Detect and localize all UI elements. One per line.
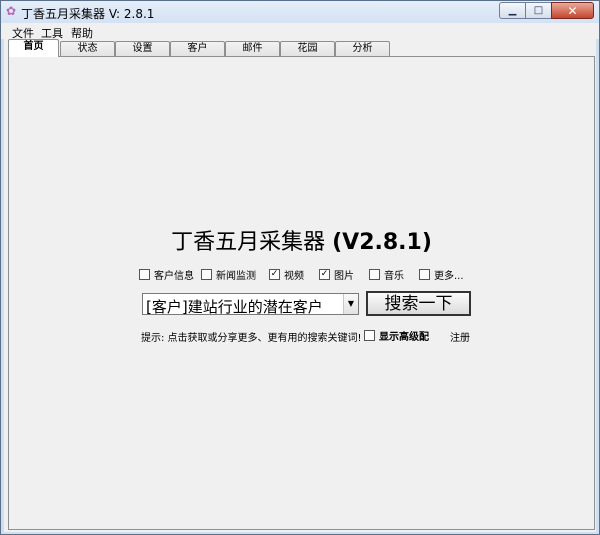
app-flower-icon: ✿ [6,4,17,18]
checkbox[interactable] [201,269,212,280]
option-customer-info[interactable]: 客户信息 [139,267,194,282]
window-controls: ▁ □ ✕ [499,2,594,19]
option-music[interactable]: 音乐 [369,267,404,282]
checkbox-checked[interactable]: ✓ [319,269,330,280]
tab-analysis[interactable]: 分析 [335,41,390,56]
client-area: 首页 状态 设置 客户 邮件 花园 分析 丁香五月采集器 (V2.8.1) 客户… [4,39,596,532]
search-combobox[interactable]: [客户]建站行业的潜在客户 ▼ [142,293,359,317]
checkbox[interactable] [419,269,430,280]
close-button[interactable]: ✕ [551,2,594,19]
window-title: 丁香五月采集器 V: 2.8.1 [21,7,155,21]
tab-garden[interactable]: 花园 [280,41,335,56]
page-title: 丁香五月采集器 (V2.8.1) [9,224,594,256]
minimize-button[interactable]: ▁ [499,2,525,19]
title-bar[interactable]: ✿ 丁香五月采集器 V: 2.8.1 ▁ □ ✕ [1,1,599,23]
menu-bar: 文件 工具 帮助 [1,23,599,40]
version-heading: (V2.8.1) [332,230,432,255]
maximize-button[interactable]: □ [525,2,551,19]
hint-text: 提示: 点击获取或分享更多、更有用的搜索关键词! [141,333,362,344]
option-images[interactable]: ✓ 图片 [319,267,354,282]
option-video[interactable]: ✓ 视频 [269,267,304,282]
checkbox[interactable] [139,269,150,280]
checkbox[interactable] [364,330,375,341]
close-icon: ✕ [567,3,578,18]
app-window: ✿ 丁香五月采集器 V: 2.8.1 ▁ □ ✕ 文件 工具 帮助 首页 状态 … [0,0,600,535]
advanced-config-toggle[interactable]: 显示高级配 [364,328,429,343]
maximize-icon: □ [533,5,544,16]
tab-status[interactable]: 状态 [60,41,115,56]
checkbox-checked[interactable]: ✓ [269,269,280,280]
home-panel: 丁香五月采集器 (V2.8.1) 客户信息 新闻监测 ✓视频 ✓图片 音乐 [8,56,595,530]
search-button[interactable]: 搜索一下 [366,291,471,316]
tab-mail[interactable]: 邮件 [225,41,280,56]
option-news-monitor[interactable]: 新闻监测 [201,267,256,282]
checkbox[interactable] [369,269,380,280]
app-name-heading: 丁香五月采集器 [171,230,326,255]
tab-home[interactable]: 首页 [8,39,59,57]
search-input[interactable]: [客户]建站行业的潜在客户 [146,296,323,317]
chevron-down-icon[interactable]: ▼ [343,294,358,314]
tab-settings[interactable]: 设置 [115,41,170,56]
option-more[interactable]: 更多... [419,267,464,282]
tab-strip: 首页 状态 设置 客户 邮件 花园 分析 [8,39,596,57]
register-link[interactable]: 注册 [450,329,470,344]
tab-customers[interactable]: 客户 [170,41,225,56]
minimize-icon: ▁ [508,5,517,16]
